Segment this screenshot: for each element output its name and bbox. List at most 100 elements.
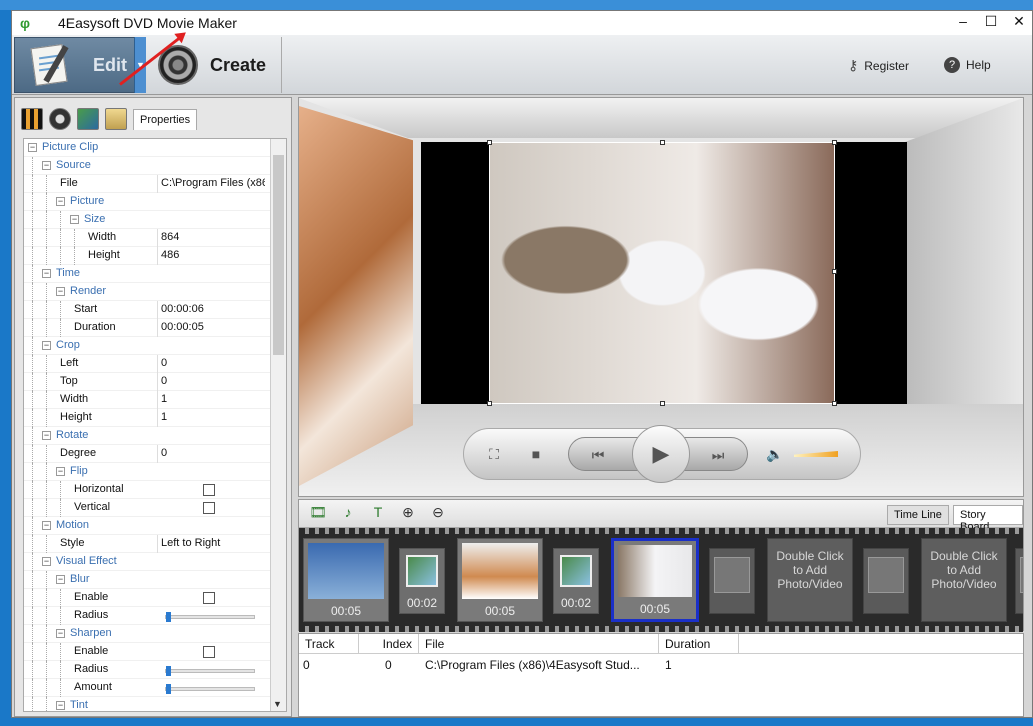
- property-row[interactable]: Left 0: [24, 355, 286, 373]
- register-button[interactable]: ⚷ Register: [848, 57, 909, 74]
- property-row[interactable]: Height 1: [24, 409, 286, 427]
- property-checkbox[interactable]: [203, 502, 215, 514]
- add-video-icon[interactable]: 🎞: [307, 504, 329, 524]
- play-button[interactable]: ▶: [632, 425, 690, 483]
- property-category[interactable]: − Visual Effect: [24, 553, 286, 571]
- property-row[interactable]: Enable: [24, 589, 286, 607]
- property-category[interactable]: − Sharpen: [24, 625, 286, 643]
- property-category[interactable]: − Source: [24, 157, 286, 175]
- empty-transition-slot[interactable]: [709, 548, 755, 614]
- stop-icon[interactable]: ■: [524, 443, 548, 465]
- property-category[interactable]: − Motion: [24, 517, 286, 535]
- property-category[interactable]: − Blur: [24, 571, 286, 589]
- property-row[interactable]: Top 0: [24, 373, 286, 391]
- property-category[interactable]: − Rotate: [24, 427, 286, 445]
- resize-handle[interactable]: [487, 140, 492, 145]
- property-row[interactable]: Vertical: [24, 499, 286, 517]
- property-value[interactable]: C:\Program Files (x86): [157, 175, 265, 193]
- close-icon[interactable]: ✕: [1012, 13, 1026, 30]
- resize-handle[interactable]: [487, 401, 492, 406]
- add-media-slot[interactable]: Double Click to Add Photo/Video: [921, 538, 1007, 622]
- film-icon[interactable]: [21, 108, 43, 130]
- collapse-icon[interactable]: −: [56, 629, 65, 638]
- property-value[interactable]: 0: [157, 445, 265, 463]
- property-checkbox[interactable]: [203, 484, 215, 496]
- collapse-icon[interactable]: −: [42, 161, 51, 170]
- previous-icon[interactable]: ⏮: [583, 444, 613, 466]
- speaker-icon[interactable]: [49, 108, 71, 130]
- property-row[interactable]: Amount: [24, 679, 286, 697]
- empty-transition-slot[interactable]: [1015, 548, 1023, 614]
- photo-icon[interactable]: [77, 108, 99, 130]
- maximize-icon[interactable]: ☐: [984, 13, 998, 30]
- collapse-icon[interactable]: −: [56, 197, 65, 206]
- collapse-icon[interactable]: −: [42, 431, 51, 440]
- property-row[interactable]: Height 486: [24, 247, 286, 265]
- resize-handle[interactable]: [832, 140, 837, 145]
- collapse-icon[interactable]: −: [28, 143, 37, 152]
- property-row[interactable]: File C:\Program Files (x86): [24, 175, 286, 193]
- add-music-icon[interactable]: ♪: [337, 504, 359, 524]
- property-value[interactable]: 0: [157, 355, 265, 373]
- collapse-icon[interactable]: −: [42, 557, 51, 566]
- collapse-icon[interactable]: −: [56, 287, 65, 296]
- collapse-icon[interactable]: −: [56, 575, 65, 584]
- property-value[interactable]: 1: [157, 409, 265, 427]
- property-row[interactable]: Enable: [24, 643, 286, 661]
- property-row[interactable]: Style Left to Right: [24, 535, 286, 553]
- collapse-icon[interactable]: −: [70, 215, 79, 224]
- scrollbar-thumb[interactable]: [273, 155, 284, 355]
- collapse-icon[interactable]: −: [56, 701, 65, 710]
- property-checkbox[interactable]: [203, 592, 215, 604]
- storyboard-clip[interactable]: 00:05: [303, 538, 389, 622]
- transition-slot[interactable]: 00:02: [399, 548, 445, 614]
- slider-knob[interactable]: [166, 684, 171, 694]
- add-text-icon[interactable]: T: [367, 504, 389, 524]
- property-slider[interactable]: [165, 684, 255, 694]
- property-value[interactable]: 0: [157, 373, 265, 391]
- zoom-in-icon[interactable]: ⊕: [397, 504, 419, 524]
- resize-handle[interactable]: [832, 401, 837, 406]
- property-row[interactable]: Horizontal: [24, 481, 286, 499]
- tab-properties[interactable]: Properties: [133, 108, 198, 130]
- help-button[interactable]: ? Help: [944, 57, 991, 73]
- property-category[interactable]: − Crop: [24, 337, 286, 355]
- property-category[interactable]: − Render: [24, 283, 286, 301]
- volume-slider[interactable]: [794, 451, 838, 457]
- property-row[interactable]: Radius: [24, 661, 286, 679]
- property-category[interactable]: − Tint: [24, 697, 286, 711]
- transition-slot[interactable]: 00:02: [553, 548, 599, 614]
- column-file[interactable]: File: [419, 634, 659, 654]
- property-row[interactable]: Duration 00:00:05: [24, 319, 286, 337]
- add-media-slot[interactable]: Double Click to Add Photo/Video: [767, 538, 853, 622]
- property-category[interactable]: − Size: [24, 211, 286, 229]
- property-category[interactable]: − Picture Clip: [24, 139, 286, 157]
- volume-icon[interactable]: 🔈: [764, 443, 786, 465]
- collapse-icon[interactable]: −: [56, 467, 65, 476]
- properties-icon[interactable]: [105, 108, 127, 130]
- property-row[interactable]: Width 1: [24, 391, 286, 409]
- property-slider[interactable]: [165, 666, 255, 676]
- property-category[interactable]: − Flip: [24, 463, 286, 481]
- minimize-icon[interactable]: –: [956, 13, 970, 30]
- property-value[interactable]: Left to Right: [157, 535, 265, 553]
- slider-knob[interactable]: [166, 666, 171, 676]
- scroll-down-icon[interactable]: ▼: [273, 699, 282, 709]
- collapse-icon[interactable]: −: [42, 341, 51, 350]
- zoom-out-icon[interactable]: ⊖: [427, 504, 449, 524]
- storyboard-clip-selected[interactable]: 00:05: [611, 538, 699, 622]
- resize-handle[interactable]: [832, 269, 837, 274]
- property-row[interactable]: Width 864: [24, 229, 286, 247]
- property-value[interactable]: 486: [157, 247, 265, 265]
- fullscreen-icon[interactable]: ⛶: [482, 443, 506, 465]
- property-value[interactable]: 864: [157, 229, 265, 247]
- storyboard-clip[interactable]: 00:05: [457, 538, 543, 622]
- property-checkbox[interactable]: [203, 646, 215, 658]
- collapse-icon[interactable]: −: [42, 521, 51, 530]
- resize-handle[interactable]: [660, 140, 665, 145]
- edit-button[interactable]: Edit: [14, 37, 146, 93]
- property-value[interactable]: 1: [157, 391, 265, 409]
- property-scrollbar[interactable]: ▼: [270, 139, 286, 711]
- slider-knob[interactable]: [166, 612, 171, 622]
- property-slider[interactable]: [165, 612, 255, 622]
